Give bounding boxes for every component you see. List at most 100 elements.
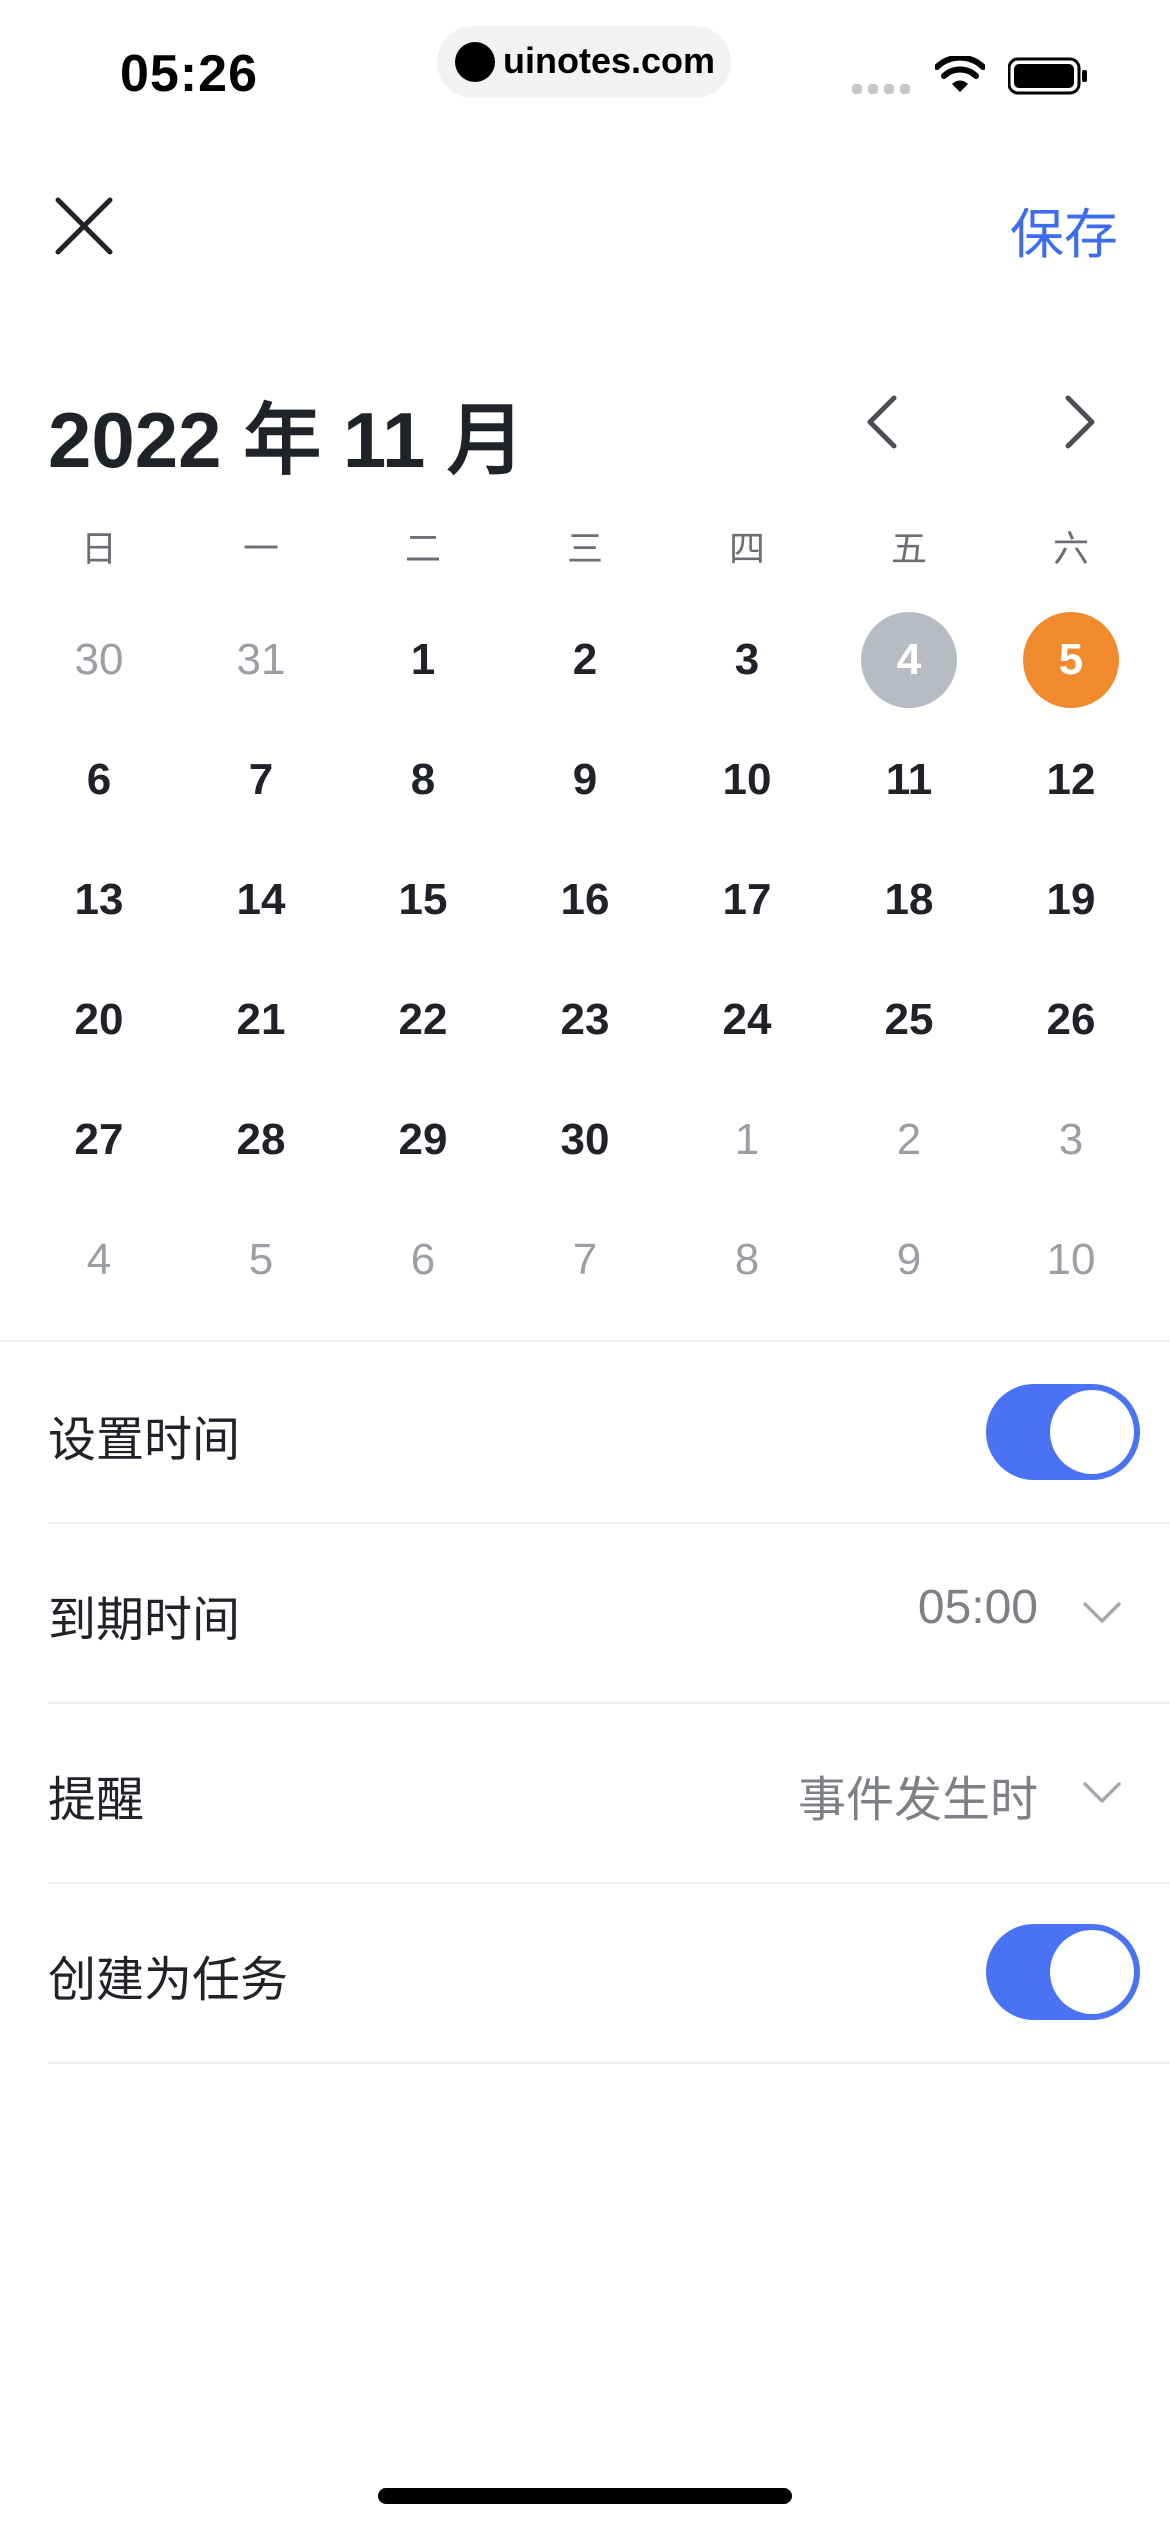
weekday-label: 五 — [890, 528, 927, 569]
chevron-down-icon — [1083, 1782, 1121, 1803]
toggle-knob — [1050, 1930, 1134, 2014]
day-number: 29 — [398, 1115, 448, 1164]
day-cell[interactable]: 2 — [504, 600, 666, 720]
day-cell[interactable]: 30 — [18, 600, 180, 720]
day-number: 15 — [398, 875, 448, 924]
day-cell[interactable]: 16 — [504, 840, 666, 960]
day-cell[interactable]: 9 — [504, 720, 666, 840]
day-number: 2 — [896, 1115, 922, 1164]
day-cell[interactable]: 10 — [666, 720, 828, 840]
day-number: 23 — [560, 995, 610, 1044]
chevron-down-icon — [1083, 1602, 1121, 1623]
day-cell[interactable]: 21 — [180, 960, 342, 1080]
day-number: 30 — [560, 1115, 610, 1164]
day-cell[interactable]: 8 — [342, 720, 504, 840]
day-number: 12 — [1046, 755, 1096, 804]
day-cell[interactable]: 11 — [828, 720, 990, 840]
day-cell[interactable]: 9 — [828, 1200, 990, 1320]
day-number: 26 — [1046, 995, 1096, 1044]
day-number: 25 — [884, 995, 934, 1044]
day-cell[interactable]: 18 — [828, 840, 990, 960]
day-number: 21 — [236, 995, 286, 1044]
set-time-label: 设置时间 — [48, 1414, 241, 1467]
home-indicator — [378, 2488, 792, 2504]
day-cell[interactable]: 23 — [504, 960, 666, 1080]
day-number: 27 — [74, 1115, 124, 1164]
day-cell[interactable]: 3 — [666, 600, 828, 720]
set-time-toggle[interactable] — [986, 1384, 1140, 1480]
day-number: 13 — [74, 875, 124, 924]
due-time-row[interactable]: 到期时间 05:00 — [48, 1522, 1170, 1704]
day-cell[interactable]: 12 — [990, 720, 1152, 840]
day-number: 28 — [236, 1115, 286, 1164]
day-cell[interactable]: 27 — [18, 1080, 180, 1200]
day-number: 18 — [884, 875, 934, 924]
day-cell[interactable]: 30 — [504, 1080, 666, 1200]
reminder-value[interactable]: 事件发生时 — [798, 1760, 1038, 1830]
url-pill: uinotes.com — [437, 26, 731, 98]
day-cell[interactable]: 4 — [18, 1200, 180, 1320]
day-cell[interactable]: 14 — [180, 840, 342, 960]
weekday-header: 日一二三四五六 — [0, 520, 1170, 572]
day-cell[interactable]: 6 — [342, 1200, 504, 1320]
url-text: uinotes.com — [503, 40, 716, 81]
create-task-toggle[interactable] — [986, 1924, 1140, 2020]
day-cell[interactable]: 13 — [18, 840, 180, 960]
day-cell[interactable]: 2 — [828, 1080, 990, 1200]
day-number: 3 — [734, 635, 760, 684]
day-number: 20 — [74, 995, 124, 1044]
day-cell[interactable]: 7 — [504, 1200, 666, 1320]
day-number: 7 — [248, 755, 274, 804]
day-number: 16 — [560, 875, 610, 924]
save-button[interactable]: 保存 — [1010, 190, 1118, 269]
day-cell[interactable]: 20 — [18, 960, 180, 1080]
day-cell-selected[interactable]: 5 — [990, 600, 1152, 720]
day-cell[interactable]: 19 — [990, 840, 1152, 960]
create-task-label: 创建为任务 — [48, 1954, 289, 2007]
next-month-button[interactable] — [1060, 394, 1100, 450]
day-cell[interactable]: 25 — [828, 960, 990, 1080]
set-time-row[interactable]: 设置时间 — [48, 1342, 1170, 1524]
day-cell[interactable]: 1 — [666, 1080, 828, 1200]
day-number: 4 — [86, 1235, 112, 1284]
day-cell[interactable]: 24 — [666, 960, 828, 1080]
day-cell[interactable]: 26 — [990, 960, 1152, 1080]
day-number: 6 — [410, 1235, 436, 1284]
close-button[interactable] — [52, 194, 116, 258]
weekday-label: 二 — [404, 528, 441, 569]
day-number: 30 — [74, 635, 124, 684]
day-cell[interactable]: 22 — [342, 960, 504, 1080]
day-cell[interactable]: 6 — [18, 720, 180, 840]
reminder-row[interactable]: 提醒 事件发生时 — [48, 1702, 1170, 1884]
day-number: 8 — [734, 1235, 760, 1284]
status-bar: 05:26 uinotes.com — [0, 0, 1170, 140]
day-number: 17 — [722, 875, 772, 924]
day-number: 9 — [572, 755, 598, 804]
day-cell[interactable]: 7 — [180, 720, 342, 840]
battery-icon — [1008, 57, 1087, 95]
weekday-label: 四 — [728, 528, 765, 569]
day-cell[interactable]: 10 — [990, 1200, 1152, 1320]
day-number: 5 — [248, 1235, 274, 1284]
weekday-label: 日 — [80, 528, 117, 569]
day-cell[interactable]: 29 — [342, 1080, 504, 1200]
weekday-label: 六 — [1052, 528, 1089, 569]
prev-month-button[interactable] — [862, 394, 902, 450]
day-number: 10 — [722, 755, 772, 804]
reminder-label: 提醒 — [48, 1774, 145, 1827]
day-cell[interactable]: 31 — [180, 600, 342, 720]
day-number: 11 — [885, 755, 933, 804]
day-number: 4 — [861, 612, 957, 708]
day-cell-today[interactable]: 4 — [828, 600, 990, 720]
due-time-value[interactable]: 05:00 — [918, 1580, 1038, 1635]
day-cell[interactable]: 3 — [990, 1080, 1152, 1200]
day-number: 19 — [1046, 875, 1096, 924]
day-cell[interactable]: 8 — [666, 1200, 828, 1320]
day-cell[interactable]: 28 — [180, 1080, 342, 1200]
day-cell[interactable]: 1 — [342, 600, 504, 720]
day-number: 31 — [236, 635, 286, 684]
day-cell[interactable]: 5 — [180, 1200, 342, 1320]
create-task-row[interactable]: 创建为任务 — [48, 1882, 1170, 2064]
day-cell[interactable]: 15 — [342, 840, 504, 960]
day-cell[interactable]: 17 — [666, 840, 828, 960]
